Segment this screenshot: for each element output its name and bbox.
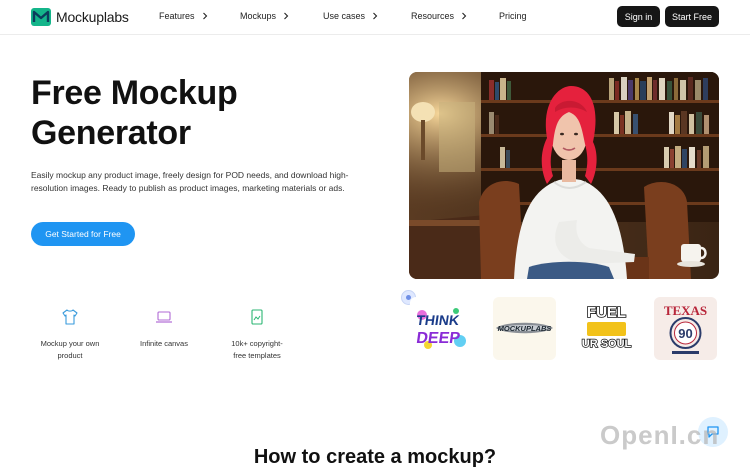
sign-in-button[interactable]: Sign in (617, 6, 660, 27)
hero-title: Free Mockup Generator (31, 73, 238, 153)
feature-label-line-2: product (57, 351, 83, 360)
fuel-ur-soul-design: FUEL UR SOUL (581, 303, 632, 351)
nav-use-cases[interactable]: Use cases (323, 11, 379, 21)
nav-pricing-label: Pricing (499, 11, 527, 21)
think-deep-design: THINK DEEP (415, 308, 466, 349)
hero-photo-illustration (409, 72, 719, 279)
nav-features-label: Features (159, 11, 195, 21)
nav-features[interactable]: Features (159, 11, 209, 21)
texas-text: TEXAS (664, 303, 707, 318)
mockuplabs-text: MOCKUPLABS (498, 324, 552, 333)
chevron-right-icon (284, 12, 289, 20)
feature-templates: 10k+ copyright- free templates (217, 308, 297, 362)
feature-mockup-product: Mockup your own product (30, 308, 110, 362)
hero-photo-woman-in-library (409, 72, 719, 279)
start-free-button[interactable]: Start Free (665, 6, 719, 27)
brand-name: Mockuplabs (56, 9, 129, 25)
laptop-icon (156, 311, 172, 323)
design-thumb-mockuplabs[interactable]: MOCKUPLABS (493, 297, 556, 360)
texas-design: TEXAS 90 (664, 303, 707, 354)
nav-use-cases-label: Use cases (323, 11, 366, 21)
chevron-right-icon (373, 12, 378, 20)
feature-infinite-canvas: Infinite canvas (124, 308, 204, 350)
brand-logo[interactable]: Mockuplabs (31, 8, 129, 26)
ur-soul-text: UR SOUL (582, 338, 632, 350)
nav-mockups-label: Mockups (240, 11, 277, 21)
design-thumb-fuel-ur-soul[interactable]: FUEL UR SOUL (575, 297, 638, 360)
hero-title-line-2: Generator (31, 114, 191, 152)
feature-label-line-1: Mockup your own (40, 339, 100, 348)
nav-mockups[interactable]: Mockups (240, 11, 290, 21)
tshirt-icon (62, 309, 78, 325)
design-thumb-texas[interactable]: TEXAS 90 (654, 297, 717, 360)
chevron-right-icon (202, 12, 207, 20)
nav-resources[interactable]: Resources (411, 11, 468, 21)
nav-resources-label: Resources (411, 11, 455, 21)
nav-pricing[interactable]: Pricing (499, 11, 527, 21)
template-icon (251, 309, 263, 325)
design-thumb-think-deep[interactable]: THINK DEEP (410, 297, 473, 360)
deep-text: DEEP (415, 329, 461, 347)
hero-title-line-1: Free Mockup (31, 74, 238, 112)
fuel-text: FUEL (587, 304, 626, 321)
mockuplabs-logo-icon (31, 8, 51, 26)
chevron-right-icon (462, 12, 467, 20)
feature-label-line-1: 10k+ copyright- (231, 339, 283, 348)
think-text: THINK (415, 312, 461, 328)
mockuplabs-design: MOCKUPLABS (496, 322, 553, 334)
watermark-text: OpenI.cn (600, 420, 720, 450)
feature-label-line-1: Infinite canvas (140, 339, 188, 348)
feature-label-line-2: free templates (233, 351, 281, 360)
top-navigation: Mockuplabs Features Mockups Use cases Re… (0, 0, 750, 35)
texas-number-text: 90 (678, 326, 692, 341)
get-started-button[interactable]: Get Started for Free (31, 222, 135, 246)
hero-description: Easily mockup any product image, freely … (31, 170, 349, 193)
